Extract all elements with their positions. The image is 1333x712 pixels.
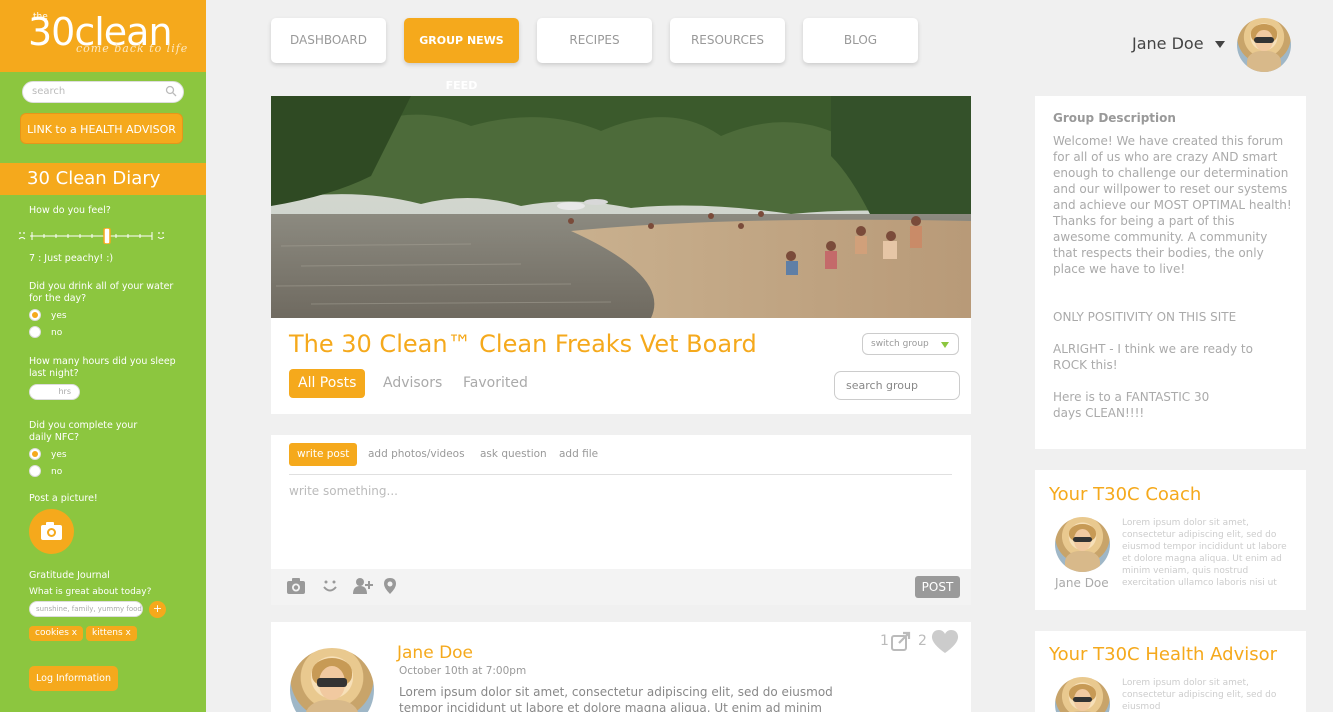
gratitude-question: What is great about today? (29, 587, 152, 597)
tab-add-file[interactable]: add file (559, 443, 598, 466)
nav-blog[interactable]: BLOG (803, 18, 918, 63)
coach-title: Your T30C Coach (1049, 484, 1202, 505)
group-title: The 30 Clean™ Clean Freaks Vet Board (289, 330, 757, 358)
share-count: 1 (880, 633, 889, 649)
description-heading: Group Description (1053, 111, 1176, 125)
coach-avatar[interactable] (1055, 517, 1110, 572)
link-health-advisor-button[interactable]: LINK to a HEALTH ADVISOR (20, 113, 183, 144)
sad-face-icon (18, 232, 26, 240)
description-paragraph: Here is to a FANTASTIC 30 days CLEAN!!!! (1053, 390, 1210, 420)
water-yes-label: yes (51, 311, 67, 321)
nav-group-news-feed[interactable]: GROUP NEWS FEED (404, 18, 519, 92)
diary-title: 30 Clean Diary (0, 163, 206, 195)
picture-label: Post a picture! (29, 493, 98, 504)
logo-tagline: come back to life (76, 42, 189, 55)
heart-icon[interactable] (931, 629, 959, 654)
tag-cookies[interactable]: cookies x (29, 626, 84, 641)
nfc-yes-radio[interactable] (29, 448, 41, 460)
post-button[interactable]: POST (915, 576, 960, 598)
divider (289, 474, 952, 475)
nav-dashboard[interactable]: DASHBOARD (271, 18, 386, 63)
description-paragraph: Welcome! We have created this forum for … (1053, 134, 1292, 276)
tab-add-photos[interactable]: add photos/videos (368, 443, 465, 466)
description-paragraph: ONLY POSITIVITY ON THIS SITE (1053, 310, 1237, 324)
location-icon[interactable] (380, 577, 400, 595)
smiley-icon[interactable] (320, 577, 340, 595)
tag-kittens[interactable]: kittens x (86, 626, 137, 641)
tab-ask-question[interactable]: ask question (480, 443, 547, 466)
feel-question: How do you feel? (29, 205, 111, 216)
tab-advisors[interactable]: Advisors (383, 369, 442, 398)
coach-bio: Lorem ipsum dolor sit amet, consectetur … (1122, 518, 1287, 588)
advisor-bio: Lorem ipsum dolor sit amet, consectetur … (1122, 678, 1277, 712)
post-date: October 10th at 7:00pm (399, 665, 527, 677)
sleep-question: How many hours did you sleep last night? (29, 356, 176, 379)
feel-value: 7 : Just peachy! :) (29, 253, 114, 264)
avatar[interactable] (1237, 18, 1291, 72)
tab-favorited[interactable]: Favorited (463, 369, 528, 398)
tab-all-posts[interactable]: All Posts (289, 369, 366, 398)
nav-recipes[interactable]: RECIPES (537, 18, 652, 63)
share-icon[interactable] (890, 630, 912, 652)
sidebar: the 30clean come back to life search LIN… (0, 0, 206, 712)
gratitude-input[interactable]: sunshine, family, yummy food... (29, 601, 143, 617)
dropdown-arrow-icon (941, 342, 949, 348)
water-yes-radio[interactable] (29, 309, 41, 321)
nav-resources[interactable]: RESOURCES (670, 18, 785, 63)
post-picture-button[interactable] (29, 509, 74, 554)
nfc-question: Did you complete your daily NFC? (29, 420, 138, 443)
sidebar-search-placeholder: search (32, 86, 66, 97)
search-group-input[interactable]: search group (834, 371, 960, 400)
sidebar-search-input[interactable]: search (22, 81, 184, 103)
group-banner-image (271, 96, 971, 318)
log-information-button[interactable]: Log Information (29, 666, 118, 691)
water-no-label: no (51, 328, 63, 338)
slider-handle[interactable] (103, 228, 111, 244)
sleep-hours-field[interactable]: hrs (29, 384, 80, 400)
nfc-yes-label: yes (51, 450, 67, 460)
search-icon[interactable] (165, 85, 177, 97)
nfc-no-label: no (51, 467, 63, 477)
water-question: Did you drink all of your water for the … (29, 281, 174, 304)
description-paragraph: ALRIGHT - I think we are ready to ROCK t… (1053, 342, 1253, 372)
gratitude-title: Gratitude Journal (29, 570, 110, 581)
user-name[interactable]: Jane Doe (1132, 34, 1204, 53)
camera-icon (41, 522, 62, 540)
post-author-name[interactable]: Jane Doe (397, 643, 473, 663)
chevron-down-icon[interactable] (1215, 41, 1225, 48)
add-gratitude-button[interactable]: + (149, 601, 166, 618)
happy-face-icon (157, 232, 165, 239)
post-text: Lorem ipsum dolor sit amet, consectetur … (399, 685, 833, 712)
health-advisor-title: Your T30C Health Advisor (1049, 644, 1278, 665)
camera-icon[interactable] (286, 577, 306, 595)
composer-toolbar (271, 569, 971, 605)
switch-group-label: switch group (871, 339, 929, 349)
like-count: 2 (918, 633, 927, 649)
switch-group-dropdown[interactable]: switch group (862, 333, 959, 355)
logo[interactable]: the 30clean come back to life (0, 0, 206, 72)
coach-name[interactable]: Jane Doe (1055, 576, 1109, 590)
add-person-icon[interactable] (353, 577, 373, 595)
mood-slider[interactable] (18, 228, 168, 244)
water-no-radio[interactable] (29, 326, 41, 338)
compose-textarea[interactable]: write something... (289, 484, 398, 498)
tab-write-post[interactable]: write post (289, 443, 358, 466)
nfc-no-radio[interactable] (29, 465, 41, 477)
